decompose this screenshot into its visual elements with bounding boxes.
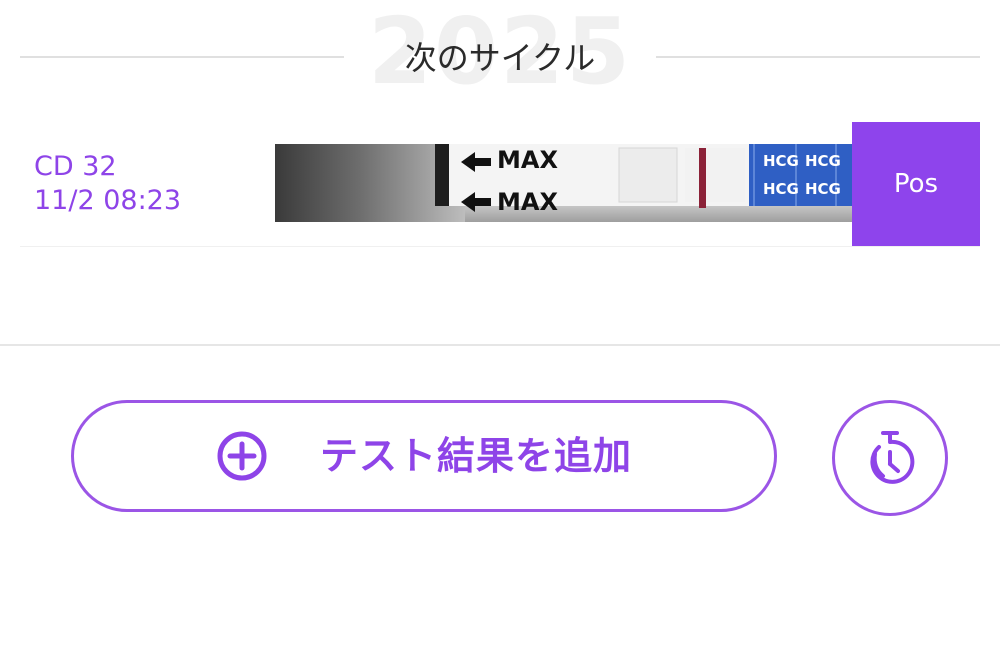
strip-label-max-2: MAX (497, 188, 558, 216)
stopwatch-icon (870, 431, 915, 484)
timer-button[interactable] (832, 400, 948, 516)
add-test-result-label: テスト結果を追加 (319, 434, 632, 478)
strip-label-hcg-2: HCG (805, 152, 841, 170)
strip-label-hcg-1: HCG (763, 152, 799, 170)
result-badge: Pos (852, 122, 980, 246)
add-test-result-button[interactable]: テスト結果を追加 (71, 400, 777, 512)
cycle-title: 次のサイクル (404, 39, 596, 77)
cycle-header: 2025 次のサイクル (0, 0, 1000, 110)
test-strip-photo: MAX MAX HCG HCG HCG HCG (275, 144, 853, 222)
result-label: Pos (893, 169, 939, 199)
strip-label-hcg-4: HCG (805, 180, 841, 198)
plus-circle-icon (217, 431, 267, 481)
test-entry-row[interactable]: CD 32 11/2 08:23 MAX MAX HCG HCG HCG HCG… (20, 120, 980, 247)
strip-label-max-1: MAX (497, 146, 558, 174)
entry-meta: CD 32 11/2 08:23 (34, 150, 181, 218)
section-separator (0, 344, 1000, 346)
strip-label-hcg-3: HCG (763, 180, 799, 198)
entry-datetime: 11/2 08:23 (34, 185, 182, 216)
cycle-day-label: CD 32 (34, 151, 117, 182)
